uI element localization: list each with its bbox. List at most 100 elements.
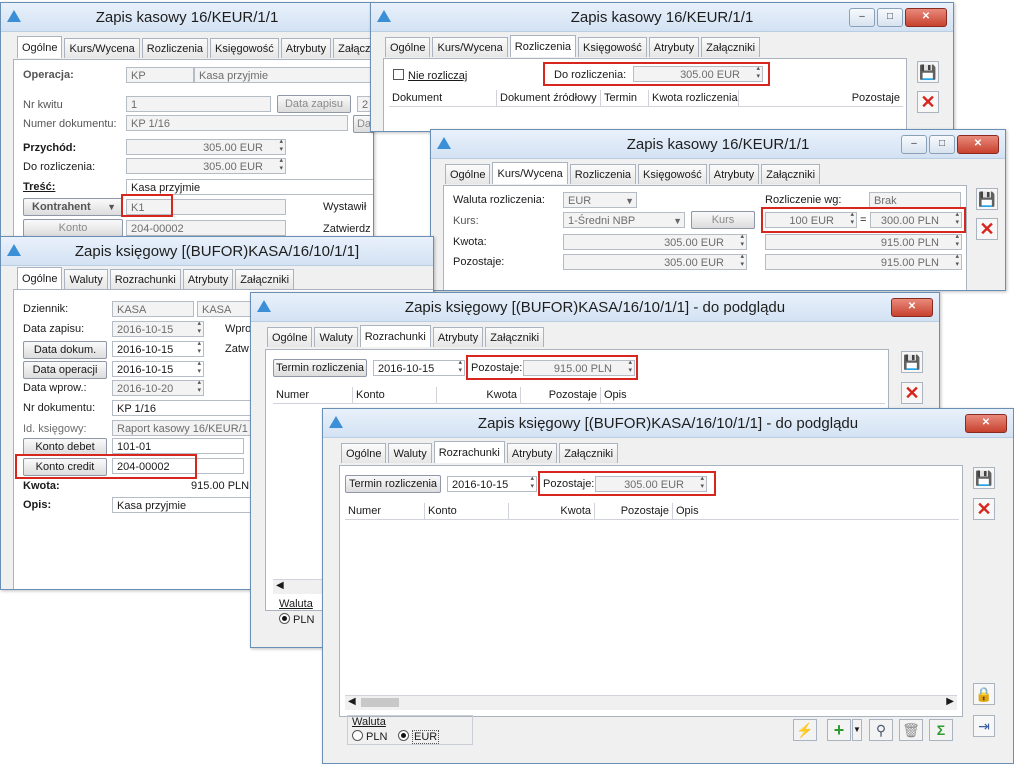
title-bar[interactable]: Zapis kasowy 16/KEUR/1/1 – □ ✕ [431, 130, 1005, 159]
numer-dokumentu-field[interactable]: KP 1/16 [126, 115, 348, 131]
lightning-icon[interactable]: ⚡ [793, 719, 817, 741]
sum-icon[interactable]: Σ [929, 719, 953, 741]
kontrahent-button[interactable]: Kontrahent ▼ [23, 198, 123, 216]
radio-button-icon[interactable] [352, 730, 363, 741]
tab-atrybuty[interactable]: Atrybuty [506, 443, 558, 463]
save-icon[interactable]: 💾 [917, 61, 939, 83]
close-button[interactable]: ✕ [905, 8, 947, 27]
pin-icon[interactable]: ⇥ [973, 715, 995, 737]
tab-waluty[interactable]: Waluty [314, 327, 358, 347]
radio-pln[interactable]: PLN [352, 730, 387, 743]
col-konto[interactable]: Konto [353, 387, 437, 403]
col-pozostaje[interactable]: Pozostaje [739, 90, 903, 106]
tab-rozrachunki[interactable]: Rozrachunki [359, 325, 431, 347]
tab-zalaczniki[interactable]: Załączniki [761, 164, 821, 184]
tab-ogolne[interactable]: Ogólne [17, 267, 63, 289]
tab-rozliczenia[interactable]: Rozliczenia [141, 38, 209, 58]
save-icon[interactable]: 💾 [901, 351, 923, 373]
col-opis[interactable]: Opis [601, 387, 885, 403]
lock-icon[interactable]: 🔒 [973, 683, 995, 705]
cancel-icon[interactable]: ✕ [901, 382, 923, 404]
save-icon[interactable]: 💾 [973, 467, 995, 489]
tab-atrybuty[interactable]: Atrybuty [280, 38, 332, 58]
data-wprow-field[interactable]: 2016-10-20 [112, 380, 204, 396]
operacja-name-field[interactable]: Kasa przyjmie [194, 67, 373, 83]
cancel-icon[interactable]: ✕ [976, 218, 998, 240]
title-bar[interactable]: Zapis księgowy [(BUFOR)KASA/16/10/1/1] -… [251, 293, 939, 322]
tab-ogolne[interactable]: Ogólne [17, 36, 63, 58]
radio-button-icon[interactable] [279, 613, 290, 624]
col-dokument-zrodlowy[interactable]: Dokument źródłowy [497, 90, 601, 106]
add-dropdown-chevron-down-icon[interactable]: ▼ [852, 719, 862, 741]
col-pozostaje[interactable]: Pozostaje [521, 387, 601, 403]
kurs-type-select[interactable]: 1-Średni NBP ▼ [563, 212, 685, 228]
data-operacji-button[interactable]: Data operacji [23, 361, 107, 379]
title-bar[interactable]: Zapis księgowy [(BUFOR)KASA/16/10/1/1] -… [323, 409, 1013, 438]
horizontal-scrollbar[interactable]: ◀ ▶ [345, 695, 957, 710]
termin-rozliczenia-field[interactable]: 2016-10-15 [373, 360, 465, 376]
tab-ksiegowosc[interactable]: Księgowość [578, 37, 647, 57]
scroll-right-icon[interactable]: ▶ [946, 696, 954, 707]
close-button[interactable]: ✕ [891, 298, 933, 317]
tab-zalaczniki[interactable]: Załączniki [235, 269, 295, 289]
data-dokum-button[interactable]: Data dokum. [23, 341, 107, 359]
add-icon[interactable]: + [827, 719, 851, 741]
tab-ksiegowosc[interactable]: Księgowość [638, 164, 707, 184]
col-konto[interactable]: Konto [425, 503, 509, 519]
przychod-field[interactable]: 305.00 EUR [126, 139, 286, 155]
maximize-button[interactable]: □ [877, 8, 903, 27]
tab-ogolne[interactable]: Ogólne [385, 37, 431, 57]
tab-atrybuty[interactable]: Atrybuty [432, 327, 484, 347]
rozliczenie-wg-field[interactable]: Brak [869, 192, 961, 208]
tab-rozrachunki[interactable]: Rozrachunki [433, 441, 505, 463]
kwota-pln-field[interactable]: 915.00 PLN [765, 234, 962, 250]
nr-kwitu-field[interactable]: 1 [126, 96, 271, 112]
save-icon[interactable]: 💾 [976, 188, 998, 210]
data-zapisu-field[interactable]: 2016-10-15 [112, 321, 204, 337]
tab-zalaczniki[interactable]: Załączniki [559, 443, 619, 463]
waluta-rozliczenia-select[interactable]: EUR ▼ [563, 192, 637, 208]
tab-kurs-wycena[interactable]: Kurs/Wycena [492, 162, 568, 184]
termin-rozliczenia-field[interactable]: 2016-10-15 [447, 476, 537, 492]
tab-rozliczenia[interactable]: Rozliczenia [569, 164, 637, 184]
radio-pln[interactable]: PLN [279, 613, 314, 626]
close-button[interactable]: ✕ [965, 414, 1007, 433]
title-bar[interactable]: Zapis księgowy [(BUFOR)KASA/16/10/1/1] [1, 237, 433, 266]
trash-icon[interactable]: 🗑 [899, 719, 923, 741]
kwota-eur-field[interactable]: 305.00 EUR [563, 234, 747, 250]
minimize-button[interactable]: – [901, 135, 927, 154]
col-kwota-rozliczenia[interactable]: Kwota rozliczenia [649, 90, 739, 106]
col-numer[interactable]: Numer [345, 503, 425, 519]
nie-rozliczaj-checkbox[interactable]: Nie rozliczaj [393, 69, 467, 82]
radio-eur[interactable]: EUR [398, 730, 440, 744]
data-zapisu-button[interactable]: Data zapisu [277, 95, 351, 113]
col-numer[interactable]: Numer [273, 387, 353, 403]
id-ksiegowy-field[interactable]: Raport kasowy 16/KEUR/1 [112, 420, 262, 436]
tab-atrybuty[interactable]: Atrybuty [708, 164, 760, 184]
tab-ogolne[interactable]: Ogólne [341, 443, 387, 463]
tab-waluty[interactable]: Waluty [64, 269, 108, 289]
tab-atrybuty[interactable]: Atrybuty [182, 269, 234, 289]
tresc-field[interactable]: Kasa przyjmie [126, 179, 373, 195]
pozostaje-eur-field[interactable]: 305.00 EUR [563, 254, 747, 270]
dziennik-name-field[interactable]: KASA [197, 301, 257, 317]
col-opis[interactable]: Opis [673, 503, 959, 519]
data-dokum-field[interactable]: 2016-10-15 [112, 341, 204, 357]
radio-button-icon[interactable] [398, 730, 409, 741]
tab-kurs-wycena[interactable]: Kurs/Wycena [432, 37, 508, 57]
cancel-icon[interactable]: ✕ [973, 498, 995, 520]
col-kwota[interactable]: Kwota [509, 503, 595, 519]
operacja-code-field[interactable]: KP [126, 67, 194, 83]
dziennik-field[interactable]: KASA [112, 301, 194, 317]
nr-dokumentu-field[interactable]: KP 1/16 [112, 400, 262, 416]
search-icon[interactable]: ⚲ [869, 719, 893, 741]
tab-zalaczniki[interactable]: Załączniki [485, 327, 545, 347]
cancel-icon[interactable]: ✕ [917, 91, 939, 113]
termin-rozliczenia-button[interactable]: Termin rozliczenia [273, 359, 367, 377]
col-kwota[interactable]: Kwota [437, 387, 521, 403]
col-pozostaje[interactable]: Pozostaje [595, 503, 673, 519]
close-button[interactable]: ✕ [957, 135, 999, 154]
checkbox-box[interactable] [393, 69, 404, 80]
do-rozliczenia-field[interactable]: 305.00 EUR [126, 158, 286, 174]
minimize-button[interactable]: – [849, 8, 875, 27]
